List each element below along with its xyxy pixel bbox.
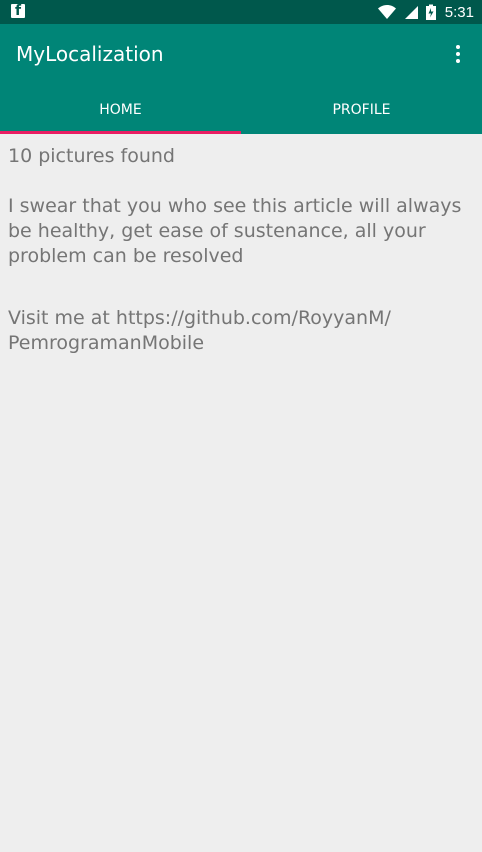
status-icons: 5:31 (377, 0, 474, 24)
visit-text: Visit me at https://github.com/RoyyanM/ … (8, 307, 391, 354)
tab-home[interactable]: HOME (0, 86, 241, 134)
tab-profile-label: PROFILE (332, 102, 391, 118)
tab-indicator (0, 131, 241, 134)
more-vert-icon[interactable] (446, 40, 470, 68)
facebook-letter: f (15, 3, 22, 19)
app-title: MyLocalization (16, 42, 164, 66)
home-content: 10 pictures found I swear that you who s… (8, 144, 468, 356)
article-text: I swear that you who see this article wi… (8, 195, 462, 267)
app-bar: MyLocalization HOME PROFILE (0, 24, 482, 134)
status-time: 5:31 (444, 3, 474, 21)
facebook-icon: f (11, 3, 25, 19)
tab-home-label: HOME (99, 102, 142, 118)
status-bar: f 5:31 (0, 0, 482, 24)
battery-icon (425, 4, 436, 20)
tab-bar: HOME PROFILE (0, 86, 482, 134)
tab-profile[interactable]: PROFILE (241, 86, 482, 134)
signal-icon (404, 6, 418, 19)
pictures-found-text: 10 pictures found (8, 145, 175, 167)
wifi-icon (377, 5, 396, 19)
